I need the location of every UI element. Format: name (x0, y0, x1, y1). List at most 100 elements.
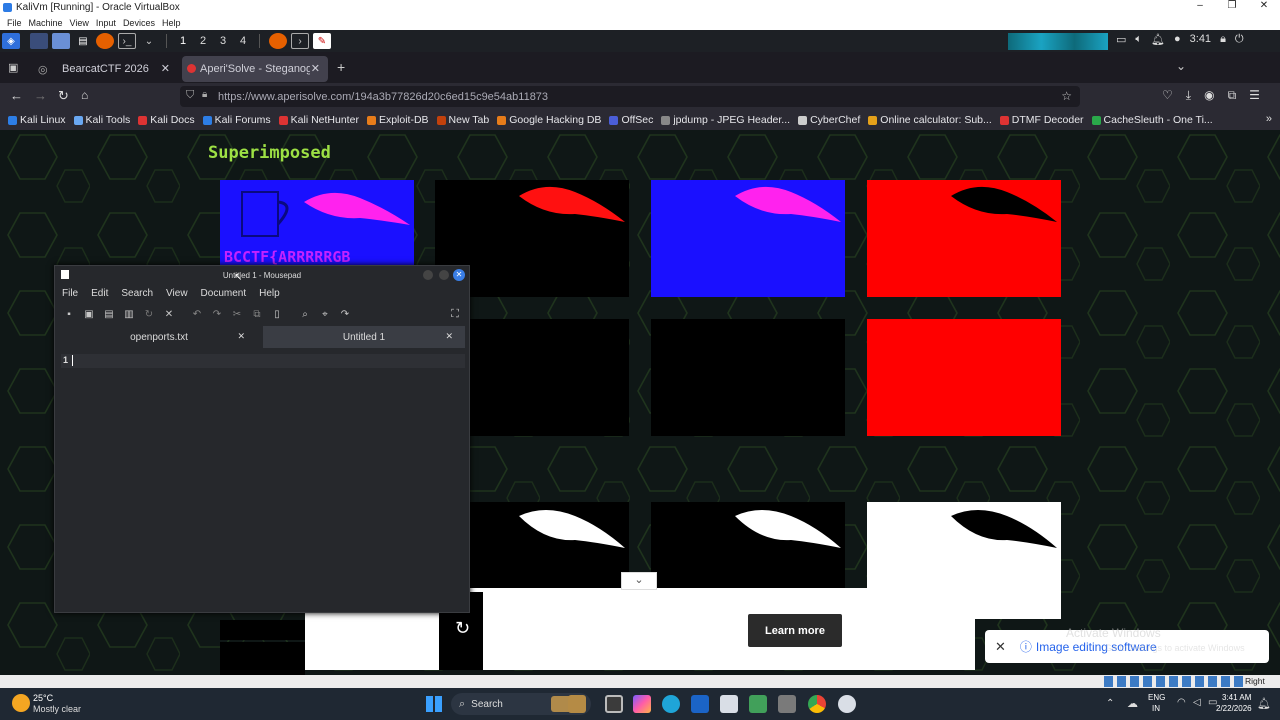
maximize-button[interactable] (439, 270, 449, 280)
lang-in[interactable]: IN (1152, 704, 1160, 713)
superimposed-image-1[interactable]: BCCTF{ARRRRRGB (220, 180, 414, 265)
bookmark-item[interactable]: DTMF Decoder (999, 114, 1084, 126)
lang-eng[interactable]: ENG (1148, 693, 1165, 702)
terminal-task-icon[interactable]: › (291, 33, 309, 49)
reload-icon[interactable]: ↻ (143, 309, 155, 320)
maximize-button[interactable]: ❐ (1216, 0, 1248, 11)
menu-file[interactable]: File (62, 288, 78, 299)
superimposed-image-4[interactable] (867, 180, 1061, 297)
copilot-icon[interactable] (633, 695, 651, 713)
windows-start-icon[interactable] (426, 696, 442, 712)
home-icon[interactable]: ⌂ (81, 88, 88, 102)
bookmark-item[interactable]: OffSec (609, 114, 653, 126)
tab-openports[interactable]: openports.txt ✕ (55, 326, 263, 348)
virtualbox-icon[interactable] (778, 695, 796, 713)
tab-bearcatctf[interactable]: ◎ BearcatCTF 2026 ✕ (28, 56, 178, 82)
weather-temp[interactable]: 25°C (33, 693, 53, 703)
superimposed-image-14[interactable] (220, 642, 305, 675)
vbox-menu-file[interactable]: File (7, 18, 22, 28)
tab-aperisolve[interactable]: Aperi'Solve - Steganogra ✕ (182, 56, 328, 82)
text-editor-icon[interactable]: ▤ (74, 33, 92, 49)
bookmark-item[interactable]: Kali Linux (8, 114, 66, 126)
tab-list-icon[interactable]: ▣ (8, 61, 18, 74)
workspace-2[interactable]: 2 (193, 35, 213, 47)
find-replace-icon[interactable]: ⌖ (319, 309, 331, 320)
lock-icon[interactable]: 🔒︎ (1220, 33, 1226, 46)
pocket-icon[interactable]: ♡ (1162, 88, 1173, 103)
superimposed-image-13[interactable] (220, 620, 305, 640)
menu-view[interactable]: View (166, 288, 188, 299)
paste-icon[interactable]: ▯ (271, 309, 283, 320)
menu-document[interactable]: Document (201, 288, 247, 299)
redo-icon[interactable]: ↷ (211, 309, 223, 320)
bookmark-item[interactable]: Google Hacking DB (497, 114, 601, 126)
edge-icon[interactable] (662, 695, 680, 713)
weather-icon[interactable] (12, 694, 30, 712)
menu-edit[interactable]: Edit (91, 288, 108, 299)
lock-icon[interactable]: 🔒︎ (202, 89, 207, 100)
new-tab-button[interactable]: + (337, 59, 345, 75)
record-icon[interactable]: ● (1174, 33, 1181, 46)
volume-icon[interactable]: ◁ (1193, 697, 1201, 708)
bookmark-item[interactable]: CyberChef (798, 114, 860, 126)
outlook-icon[interactable] (691, 695, 709, 713)
desktop-icon[interactable] (30, 33, 48, 49)
panel-clock[interactable]: 3:41 (1190, 33, 1211, 46)
open-file-icon[interactable]: ▣ (83, 309, 95, 320)
workspace-3[interactable]: 3 (213, 35, 233, 47)
vbox-menu-help[interactable]: Help (162, 18, 181, 28)
visualstudio-icon[interactable] (749, 695, 767, 713)
cut-icon[interactable]: ✂ (231, 309, 243, 320)
bookmark-item[interactable]: Online calculator: Sub... (868, 114, 992, 126)
menu-search[interactable]: Search (121, 288, 153, 299)
reload-icon[interactable]: ↻ (58, 88, 69, 104)
close-button[interactable]: ✕ (453, 269, 465, 281)
dismiss-icon[interactable]: ✕ (995, 639, 1006, 655)
bookmark-item[interactable]: Kali Forums (202, 114, 271, 126)
url-bar[interactable]: ⛉ 🔒︎ https://www.aperisolve.com/194a3b77… (180, 86, 1080, 107)
minimize-button[interactable]: – (1184, 0, 1216, 11)
chrome-icon[interactable] (808, 695, 826, 713)
extensions-icon[interactable]: ⧉ (1228, 88, 1237, 103)
bookmark-item[interactable]: Kali Docs (138, 114, 195, 126)
firefox-task-icon[interactable] (269, 33, 287, 49)
notifications-icon[interactable]: 🔔︎ (1257, 697, 1271, 710)
save-as-icon[interactable]: ▥ (123, 309, 135, 320)
workspace-1[interactable]: 1 (173, 35, 193, 47)
close-icon[interactable]: ✕ (163, 309, 175, 320)
chevron-down-icon[interactable]: ⌄ (140, 33, 158, 49)
chevron-down-icon[interactable]: ⌄ (1176, 59, 1186, 73)
back-icon[interactable]: ← (10, 88, 23, 103)
bookmark-item[interactable]: CacheSleuth - One Ti... (1091, 114, 1213, 126)
bell-icon[interactable]: 🔔︎ (1151, 33, 1165, 46)
close-button[interactable]: ✕ (1248, 0, 1280, 11)
superimposed-image-3[interactable] (651, 180, 845, 297)
task-view-icon[interactable] (605, 695, 623, 713)
vbox-menu-machine[interactable]: Machine (29, 18, 63, 28)
vbox-menu-input[interactable]: Input (96, 18, 116, 28)
taskbar-date[interactable]: 2/22/2026 (1216, 704, 1252, 713)
file-manager-icon[interactable] (52, 33, 70, 49)
volume-icon[interactable]: 🔈︎ (1135, 33, 1142, 46)
vbox-menu-view[interactable]: View (70, 18, 89, 28)
close-tab-icon[interactable]: ✕ (445, 331, 453, 342)
bookmark-item[interactable]: New Tab (436, 114, 489, 126)
superimposed-image-7[interactable] (651, 319, 845, 436)
vbox-menu-devices[interactable]: Devices (123, 18, 155, 28)
taskbar-app-icon[interactable] (568, 695, 586, 713)
download-icon[interactable]: ⤓ (1186, 88, 1191, 103)
kali-menu-icon[interactable]: ◈ (2, 33, 20, 49)
search-icon[interactable]: ⌕ (299, 309, 311, 320)
mousepad-task-icon[interactable]: ✎ (313, 33, 331, 49)
weather-desc[interactable]: Mostly clear (33, 704, 81, 714)
close-tab-icon[interactable]: ✕ (237, 331, 245, 342)
ad-collapse-chevron-icon[interactable]: ⌄ (621, 572, 657, 590)
superimposed-image-11[interactable] (651, 502, 845, 592)
close-tab-icon[interactable]: ✕ (161, 62, 170, 75)
chevron-up-icon[interactable]: ⌃ (1106, 698, 1114, 709)
forward-icon[interactable]: → (34, 88, 47, 103)
account-icon[interactable]: ◉ (1204, 88, 1214, 103)
workspace-4[interactable]: 4 (233, 35, 253, 47)
menu-icon[interactable]: ☰ (1249, 88, 1260, 103)
taskbar-time[interactable]: 3:41 AM (1222, 693, 1251, 702)
